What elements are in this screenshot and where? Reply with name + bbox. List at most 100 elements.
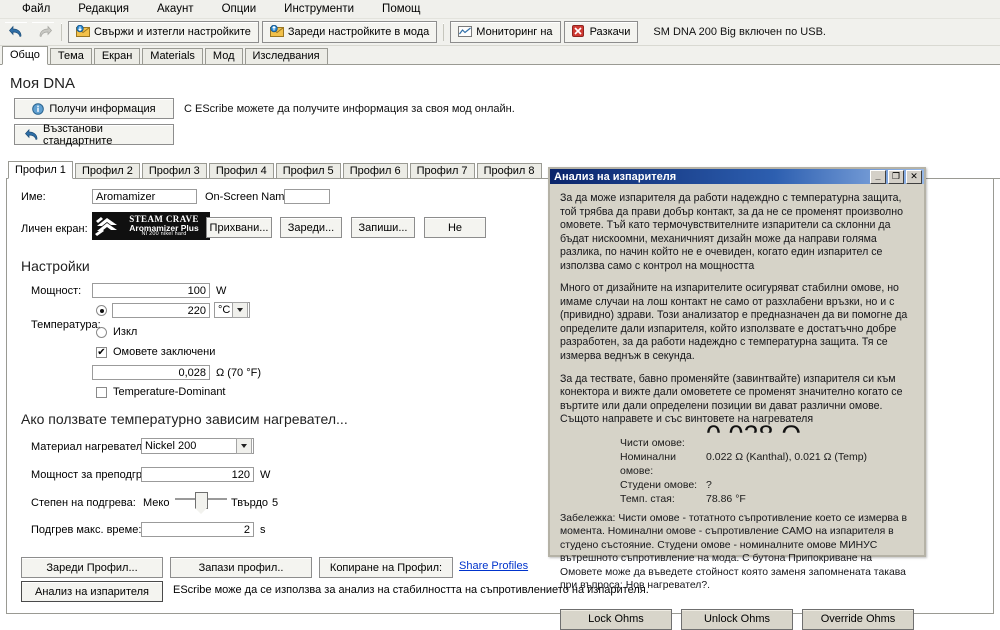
cold-ohms-value: ?: [706, 478, 712, 492]
preheat-time-label: Подгрев макс. време:: [31, 524, 141, 536]
profile-tab-2[interactable]: Профил 2: [75, 163, 140, 178]
splash-hide-button[interactable]: Прихвани...: [206, 217, 272, 238]
name-input[interactable]: Aromamizer: [92, 189, 197, 204]
onscreen-name-input[interactable]: [284, 189, 330, 204]
coil-material-label: Материал нагревател:: [31, 441, 145, 453]
splash-none-button[interactable]: Не: [424, 217, 486, 238]
preheat-power-label: Мощност за преподгрев:: [31, 469, 157, 481]
menu-item-tools[interactable]: Инструменти: [270, 2, 368, 16]
menu-item-help[interactable]: Помощ: [368, 2, 434, 16]
monitoring-button[interactable]: Мониторинг на: [450, 21, 560, 43]
upload-settings-button[interactable]: Зареди настройките в мода: [262, 21, 437, 43]
lock-ohms-button[interactable]: Lock Ohms: [560, 609, 672, 630]
tab-izsledvania[interactable]: Изследвания: [245, 48, 328, 64]
main-tab-strip: Общо Тема Екран Materials Мод Изследвани…: [0, 46, 1000, 65]
disconnect-label: Разкачи: [590, 26, 631, 38]
temperature-off-label: Изкл: [113, 326, 137, 338]
download-settings-label: Свържи и изтегли настройките: [94, 26, 251, 38]
tab-mod[interactable]: Мод: [205, 48, 243, 64]
temperature-dominant-checkbox[interactable]: [96, 387, 107, 398]
profile-tab-1[interactable]: Профил 1: [8, 161, 73, 179]
splash-save-button[interactable]: Запиши...: [351, 217, 415, 238]
tab-obshto[interactable]: Общо: [2, 46, 48, 65]
temperature-on-radio[interactable]: [96, 305, 107, 316]
preheat-degree-label: Степен на подгрева:: [31, 497, 136, 509]
unlock-ohms-button[interactable]: Unlock Ohms: [681, 609, 793, 630]
minimize-icon[interactable]: _: [870, 170, 886, 184]
temperature-label: Температура:: [31, 319, 101, 331]
splash-load-button[interactable]: Зареди...: [280, 217, 342, 238]
profile-tab-7[interactable]: Профил 7: [410, 163, 475, 178]
menu-item-options[interactable]: Опции: [208, 2, 271, 16]
preheat-degree-slider[interactable]: [175, 491, 227, 507]
preheat-hard-label: Твърдо: [231, 497, 268, 509]
steam-crave-mark-icon: [94, 214, 120, 238]
room-temp-label: Темп. стая:: [620, 492, 706, 506]
tab-materials[interactable]: Materials: [142, 48, 203, 64]
coil-material-select[interactable]: Nickel 200: [141, 438, 254, 454]
back-arrow-icon: [25, 129, 38, 140]
power-input[interactable]: 100: [92, 283, 210, 298]
profile-tab-8[interactable]: Профил 8: [477, 163, 542, 178]
clean-ohms-label: Чисти омове:: [620, 436, 706, 450]
tab-ekran[interactable]: Екран: [94, 48, 140, 64]
copy-profile-button[interactable]: Копиране на Профил:: [319, 557, 453, 578]
get-info-button[interactable]: Получи информация: [14, 98, 174, 119]
dialog-buttons: Lock Ohms Unlock Ohms Override Ohms: [550, 593, 924, 630]
undo-button[interactable]: [4, 21, 28, 43]
chevron-down-icon: [232, 302, 248, 318]
splash-screen-label: Личен екран:: [21, 223, 88, 235]
preheat-time-input[interactable]: 2: [141, 522, 254, 537]
toolbar-separator: [61, 23, 62, 41]
load-profile-button[interactable]: Зареди Профил...: [21, 557, 163, 578]
result-row-room-temp: Темп. стая: 78.86 °F: [620, 492, 914, 506]
menu-item-file[interactable]: Файл: [8, 2, 64, 16]
menu-item-account[interactable]: Акаунт: [143, 2, 208, 16]
redo-button[interactable]: [31, 21, 55, 43]
download-settings-button[interactable]: Свържи и изтегли настройките: [68, 21, 259, 43]
result-row-clean-ohms: Чисти омове:: [620, 436, 914, 450]
monitoring-label: Мониторинг на: [476, 26, 552, 38]
dialog-paragraph-3: За да тествате, бавно променяйте (завинт…: [560, 373, 914, 427]
toolbar-separator-2: [443, 23, 444, 41]
info-icon: [32, 103, 44, 115]
close-icon[interactable]: ✕: [906, 170, 922, 184]
menu-item-edit[interactable]: Редакция: [64, 2, 143, 16]
ohms-input[interactable]: 0,028: [92, 365, 210, 380]
settings-title: Настройки: [21, 258, 90, 274]
nominal-ohms-label: Номинални омове:: [620, 450, 706, 478]
connection-status-text: SM DNA 200 Big включен по USB.: [653, 26, 826, 38]
onscreen-name-label: On-Screen Name:: [205, 191, 294, 203]
nominal-ohms-value: 0.022 Ω (Kanthal), 0.021 Ω (Temp): [706, 450, 867, 478]
splash-line-3: NI 200 nikel hard: [120, 232, 208, 238]
cold-ohms-label: Студени омове:: [620, 478, 706, 492]
restore-defaults-button[interactable]: Възстанови стандартните: [14, 124, 174, 145]
get-info-label: Получи информация: [49, 103, 155, 115]
preheat-time-unit: s: [260, 524, 266, 536]
override-ohms-button[interactable]: Override Ohms: [802, 609, 914, 630]
tab-tema[interactable]: Тема: [50, 48, 92, 64]
result-row-nominal-ohms: Номинални омове: 0.022 Ω (Kanthal), 0.02…: [620, 450, 914, 478]
tempcoil-title: Ако ползвате температурно зависим нагрев…: [21, 411, 348, 427]
temperature-off-radio[interactable]: [96, 327, 107, 338]
profile-tab-6[interactable]: Профил 6: [343, 163, 408, 178]
atomizer-analyzer-dialog: Анализ на изпарителя _ ❐ ✕ За да може из…: [548, 167, 926, 557]
save-profile-button[interactable]: Запази профил..: [170, 557, 312, 578]
profile-tab-4[interactable]: Профил 4: [209, 163, 274, 178]
disconnect-button[interactable]: Разкачи: [564, 21, 639, 43]
profile-tab-3[interactable]: Профил 3: [142, 163, 207, 178]
profile-tab-5[interactable]: Профил 5: [276, 163, 341, 178]
dialog-paragraph-1: За да може изпарителя да работи надеждно…: [560, 192, 914, 273]
splash-screen-preview[interactable]: STEAM CRAVE Aromamizer Plus NI 200 nikel…: [92, 212, 210, 240]
preheat-soft-label: Меко: [143, 497, 169, 509]
chevron-down-icon-2: [236, 438, 252, 454]
dialog-title-bar[interactable]: Анализ на изпарителя _ ❐ ✕: [550, 169, 924, 184]
analyze-atomizer-button[interactable]: Анализ на изпарителя: [21, 581, 163, 602]
temperature-unit-select[interactable]: °C: [214, 302, 250, 318]
share-profiles-link[interactable]: Share Profiles: [459, 560, 528, 572]
ohms-locked-checkbox[interactable]: ✔: [96, 347, 107, 358]
maximize-icon[interactable]: ❐: [888, 170, 904, 184]
preheat-power-input[interactable]: 120: [141, 467, 254, 482]
slider-thumb[interactable]: [195, 492, 208, 509]
temperature-input[interactable]: 220: [112, 303, 210, 318]
